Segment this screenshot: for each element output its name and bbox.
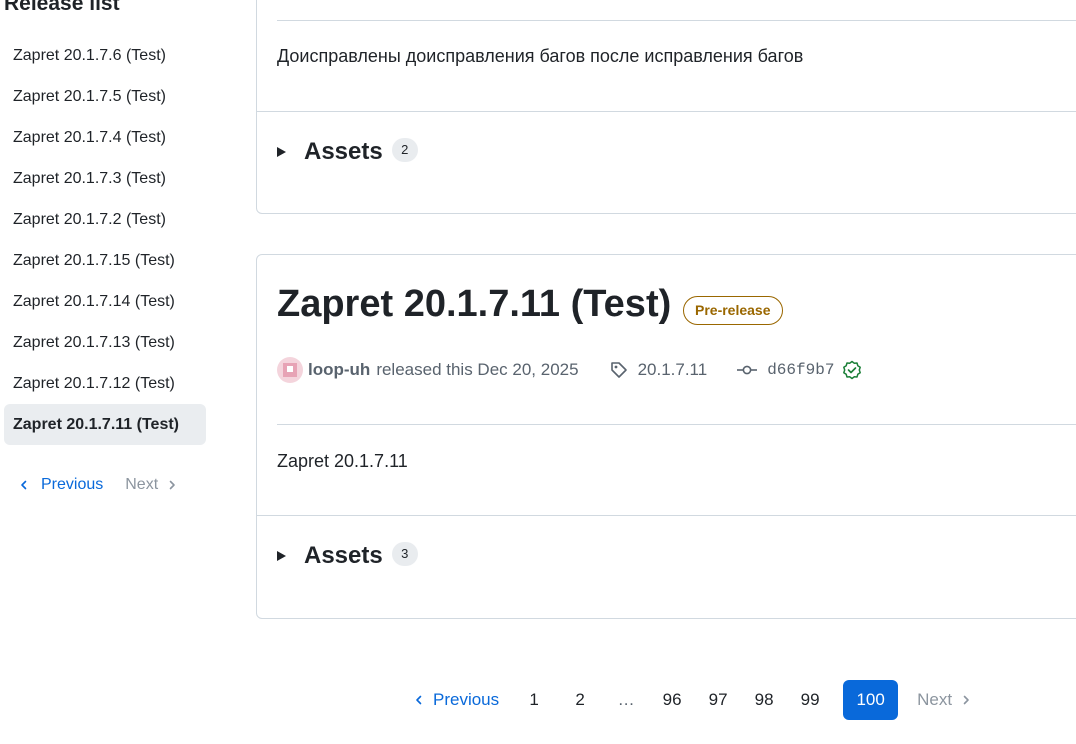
release-list: Zapret 20.1.7.6 (Test) Zapret 20.1.7.5 (…: [4, 35, 206, 445]
sidebar-next-button: Next: [125, 476, 178, 494]
page-link[interactable]: 2: [560, 680, 600, 720]
release-card: Zapret 20.1.7.11 (Test) Pre-release loop…: [256, 254, 1076, 619]
tag-icon: [609, 360, 629, 380]
release-card-previous: Доисправлены доисправления багов после и…: [256, 0, 1076, 214]
prerelease-badge: Pre-release: [683, 296, 783, 325]
chevron-right-icon: [963, 695, 969, 705]
disclosure-triangle-icon: [277, 147, 286, 157]
page-link[interactable]: 1: [514, 680, 554, 720]
pagination-previous-button[interactable]: Previous: [403, 690, 511, 710]
release-list-item[interactable]: Zapret 20.1.7.6 (Test): [4, 35, 206, 76]
release-list-item[interactable]: Zapret 20.1.7.4 (Test): [4, 117, 206, 158]
chevron-left-icon: [416, 695, 422, 705]
avatar[interactable]: [277, 357, 303, 383]
pagination: Previous 1 2 … 96 97 98 99 100 Next: [403, 680, 972, 720]
release-list-item[interactable]: Zapret 20.1.7.2 (Test): [4, 199, 206, 240]
assets-label: Assets: [304, 138, 383, 165]
released-text: released this Dec 20, 2025: [376, 360, 579, 379]
pagination-next-button: Next: [917, 690, 972, 710]
git-commit-icon: [737, 364, 758, 376]
pagination-gap: …: [617, 690, 635, 709]
sidebar-title: Release list: [4, 0, 120, 15]
release-list-item-selected[interactable]: Zapret 20.1.7.11 (Test): [4, 404, 206, 445]
avatar-image: [283, 363, 297, 377]
divider: [277, 20, 1076, 21]
pagination-next-label: Next: [917, 690, 953, 709]
assets-count-badge: 3: [391, 542, 418, 566]
assets-count-badge: 2: [391, 138, 418, 162]
assets-toggle[interactable]: Assets 2: [277, 138, 418, 166]
sidebar-previous-label: Previous: [41, 476, 104, 493]
chevron-right-icon: [169, 480, 175, 490]
page-current[interactable]: 100: [843, 680, 899, 720]
page-link[interactable]: 96: [652, 680, 692, 720]
assets-toggle[interactable]: Assets 3: [277, 542, 418, 570]
release-meta: loop-uh released this Dec 20, 2025 20.1.…: [277, 357, 862, 383]
pagination-previous-label: Previous: [433, 690, 500, 709]
release-list-item[interactable]: Zapret 20.1.7.15 (Test): [4, 240, 206, 281]
release-title[interactable]: Zapret 20.1.7.11 (Test): [277, 283, 671, 326]
page-link[interactable]: 99: [790, 680, 830, 720]
release-list-item[interactable]: Zapret 20.1.7.5 (Test): [4, 76, 206, 117]
divider: [277, 424, 1076, 425]
disclosure-triangle-icon: [277, 551, 286, 561]
release-list-item[interactable]: Zapret 20.1.7.12 (Test): [4, 363, 206, 404]
release-notes: Доисправлены доисправления багов после и…: [277, 46, 804, 66]
release-list-item[interactable]: Zapret 20.1.7.14 (Test): [4, 281, 206, 322]
tag-link[interactable]: 20.1.7.11: [638, 360, 708, 380]
release-notes: Zapret 20.1.7.11: [277, 451, 408, 471]
divider: [257, 111, 1076, 112]
releases-page: Release list Zapret 20.1.7.6 (Test) Zapr…: [0, 0, 1076, 744]
author-link[interactable]: loop-uh: [308, 360, 370, 380]
assets-label: Assets: [304, 542, 383, 569]
release-list-item[interactable]: Zapret 20.1.7.3 (Test): [4, 158, 206, 199]
sidebar-pagination: Previous Next: [18, 476, 178, 494]
page-link[interactable]: 98: [744, 680, 784, 720]
release-list-item[interactable]: Zapret 20.1.7.13 (Test): [4, 322, 206, 363]
divider: [257, 515, 1076, 516]
sidebar-previous-button[interactable]: Previous: [18, 476, 103, 494]
sidebar-next-label: Next: [125, 476, 159, 493]
verified-check-icon[interactable]: [842, 360, 862, 380]
chevron-left-icon: [21, 480, 27, 490]
commit-sha-link[interactable]: d66f9b7: [767, 361, 834, 379]
page-link[interactable]: 97: [698, 680, 738, 720]
